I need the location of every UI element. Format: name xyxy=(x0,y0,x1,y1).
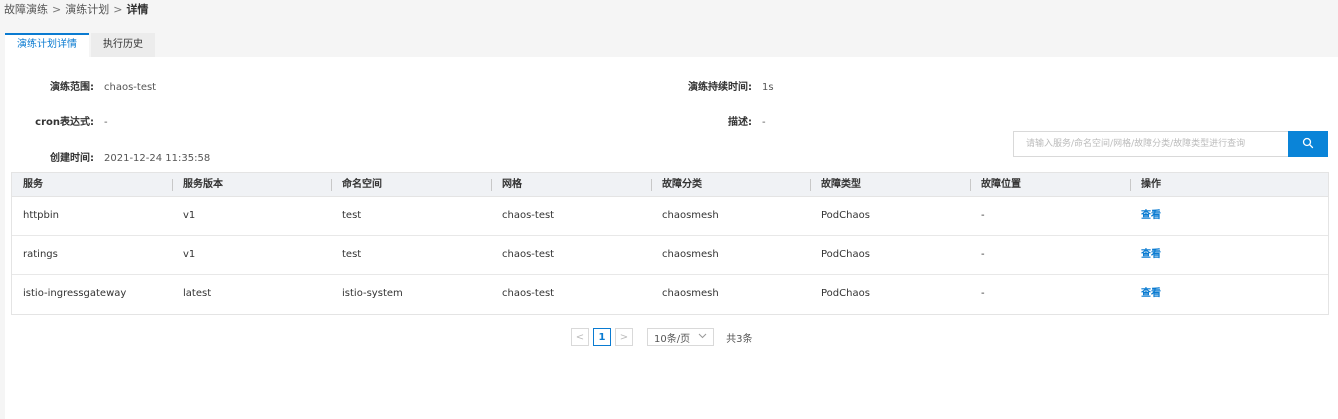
breadcrumb: 故障演练 > 演练计划 > 详情 xyxy=(4,2,148,18)
search-icon xyxy=(1302,137,1314,152)
page-button-1[interactable]: 1 xyxy=(593,328,611,346)
breadcrumb-item-drill-plan[interactable]: 演练计划 xyxy=(65,3,109,16)
info-description: 描述: - xyxy=(662,115,766,131)
chevron-down-icon xyxy=(698,332,707,342)
total-count: 共3条 xyxy=(726,333,753,345)
cell-type: PodChaos xyxy=(821,288,870,299)
search-button[interactable] xyxy=(1288,131,1328,157)
cell-category: chaosmesh xyxy=(662,210,719,221)
column-header-version: 服务版本 xyxy=(172,173,331,197)
page-size-value: 10条/页 xyxy=(654,333,691,345)
pagination: < 1 > 10条/页 共3条 xyxy=(571,328,752,346)
cell-category: chaosmesh xyxy=(662,288,719,299)
view-link[interactable]: 查看 xyxy=(1141,210,1161,221)
search-box xyxy=(1013,131,1288,157)
info-cron: cron表达式: - xyxy=(30,115,108,131)
table-header: 服务 服务版本 命名空间 网格 故障分类 故障类型 故障位置 操作 xyxy=(12,173,1328,197)
duration-label: 演练持续时间: xyxy=(688,82,752,93)
cell-action: 查看 xyxy=(1130,275,1328,313)
cell-type: PodChaos xyxy=(821,249,870,260)
cell-version: v1 xyxy=(183,210,196,221)
column-header-mesh: 网格 xyxy=(491,173,651,197)
tab-execution-history[interactable]: 执行历史 xyxy=(91,33,155,57)
cell-service: istio-ingressgateway xyxy=(23,288,127,299)
cell-namespace: istio-system xyxy=(342,288,403,299)
description-value: - xyxy=(762,117,766,128)
cron-value: - xyxy=(104,117,108,128)
duration-value: 1s xyxy=(762,82,774,93)
scope-value: chaos-test xyxy=(104,82,157,93)
chevron-left-icon: < xyxy=(575,331,585,343)
cron-label: cron表达式: xyxy=(35,117,94,128)
next-page-button[interactable]: > xyxy=(615,328,633,346)
column-header-type: 故障类型 xyxy=(810,173,970,197)
cell-service: httpbin xyxy=(23,210,59,221)
scope-label: 演练范围: xyxy=(50,82,94,93)
created-label: 创建时间: xyxy=(50,153,94,164)
column-header-location: 故障位置 xyxy=(970,173,1130,197)
cell-type: PodChaos xyxy=(821,210,870,221)
cell-mesh: chaos-test xyxy=(502,288,555,299)
breadcrumb-current: 详情 xyxy=(126,3,149,16)
cell-mesh: chaos-test xyxy=(502,210,555,221)
info-created: 创建时间: 2021-12-24 11:35:58 xyxy=(30,151,210,167)
view-link[interactable]: 查看 xyxy=(1141,249,1161,260)
column-header-namespace: 命名空间 xyxy=(331,173,491,197)
column-header-service: 服务 xyxy=(23,179,43,190)
table-row: httpbin v1 test chaos-test chaosmesh Pod… xyxy=(12,197,1328,236)
cell-location: - xyxy=(981,288,985,299)
fault-table: 服务 服务版本 命名空间 网格 故障分类 故障类型 故障位置 操作 httpbi… xyxy=(11,172,1329,315)
cell-service: ratings xyxy=(23,249,58,260)
cell-version: latest xyxy=(183,288,212,299)
cell-location: - xyxy=(981,210,985,221)
table-row: istio-ingressgateway latest istio-system… xyxy=(12,275,1328,314)
created-value: 2021-12-24 11:35:58 xyxy=(104,153,211,164)
tab-plan-details[interactable]: 演练计划详情 xyxy=(5,33,89,57)
cell-namespace: test xyxy=(342,210,362,221)
cell-version: v1 xyxy=(183,249,196,260)
table-row: ratings v1 test chaos-test chaosmesh Pod… xyxy=(12,236,1328,275)
info-duration: 演练持续时间: 1s xyxy=(662,80,774,96)
info-scope: 演练范围: chaos-test xyxy=(30,80,156,96)
breadcrumb-separator: > xyxy=(52,3,62,16)
cell-location: - xyxy=(981,249,985,260)
prev-page-button[interactable]: < xyxy=(571,328,589,346)
column-header-category: 故障分类 xyxy=(651,173,810,197)
column-header-action: 操作 xyxy=(1130,173,1328,197)
view-link[interactable]: 查看 xyxy=(1141,288,1161,299)
breadcrumb-item-fault-drill[interactable]: 故障演练 xyxy=(4,3,48,16)
chevron-right-icon: > xyxy=(619,331,629,343)
tab-bar: 演练计划详情 执行历史 xyxy=(5,33,157,57)
cell-category: chaosmesh xyxy=(662,249,719,260)
page-size-select[interactable]: 10条/页 xyxy=(647,328,715,346)
cell-action: 查看 xyxy=(1130,236,1328,274)
cell-mesh: chaos-test xyxy=(502,249,555,260)
cell-action: 查看 xyxy=(1130,197,1328,235)
description-label: 描述: xyxy=(728,117,752,128)
search-input[interactable] xyxy=(1014,132,1288,156)
cell-namespace: test xyxy=(342,249,362,260)
breadcrumb-separator: > xyxy=(113,3,123,16)
